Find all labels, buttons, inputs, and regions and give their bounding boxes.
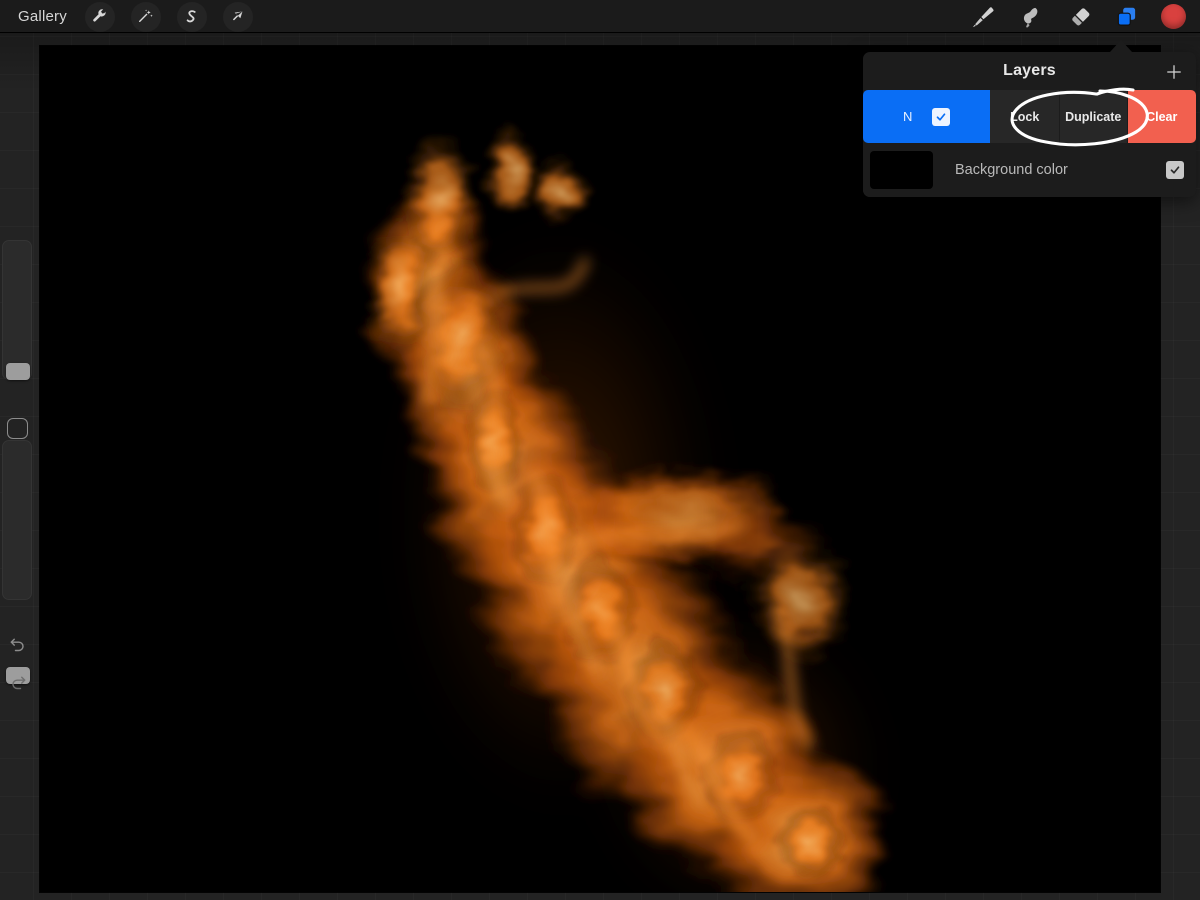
background-layer-row[interactable]: Background color bbox=[863, 143, 1196, 197]
layer-blend-mode-label: N bbox=[903, 109, 913, 124]
layers-icon[interactable] bbox=[1109, 2, 1145, 32]
layer-blend-panel[interactable]: N bbox=[863, 90, 991, 143]
color-swatch[interactable] bbox=[1161, 4, 1186, 29]
layer-action-lock-label: Lock bbox=[1010, 109, 1040, 124]
left-sidebar bbox=[2, 240, 32, 700]
procreate-app: Gallery Layers N Lock Duplicate Clear Ba… bbox=[0, 0, 1200, 900]
layer-visibility-checkbox[interactable] bbox=[932, 107, 951, 126]
opacity-slider[interactable] bbox=[2, 440, 32, 684]
background-color-swatch[interactable] bbox=[870, 151, 933, 189]
modify-square-button[interactable] bbox=[7, 418, 28, 439]
add-layer-button[interactable] bbox=[1163, 61, 1185, 83]
layers-panel-title: Layers bbox=[1003, 62, 1056, 79]
brush-size-slider[interactable] bbox=[2, 240, 32, 380]
gallery-button[interactable]: Gallery bbox=[0, 5, 77, 29]
layer-action-clear-label: Clear bbox=[1146, 109, 1178, 124]
smudge-icon[interactable] bbox=[1013, 2, 1049, 32]
layer-action-duplicate-label: Duplicate bbox=[1065, 109, 1122, 124]
adjustments-wand-icon[interactable] bbox=[130, 1, 161, 32]
brush-size-slider-thumb[interactable] bbox=[6, 363, 30, 380]
layer-action-lock[interactable]: Lock bbox=[990, 90, 1059, 143]
layer-action-duplicate[interactable]: Duplicate bbox=[1058, 90, 1128, 143]
layers-panel-caret bbox=[1110, 40, 1132, 52]
eraser-icon[interactable] bbox=[1061, 2, 1097, 32]
actions-wrench-icon[interactable] bbox=[84, 1, 115, 32]
toolbar-right-group bbox=[959, 0, 1194, 33]
brush-icon[interactable] bbox=[965, 2, 1001, 32]
selection-icon[interactable] bbox=[176, 1, 207, 32]
layer-action-clear[interactable]: Clear bbox=[1127, 90, 1196, 143]
background-color-label: Background color bbox=[955, 162, 1068, 178]
layers-panel: Layers N Lock Duplicate Clear Background… bbox=[863, 52, 1196, 197]
layers-panel-header: Layers bbox=[863, 52, 1196, 90]
redo-icon[interactable] bbox=[6, 669, 30, 693]
background-visibility-checkbox[interactable] bbox=[1166, 161, 1184, 179]
transform-arrow-icon[interactable] bbox=[222, 1, 253, 32]
undo-icon[interactable] bbox=[6, 631, 30, 655]
toolbar-left-group: Gallery bbox=[0, 0, 261, 33]
layer-row[interactable]: N Lock Duplicate Clear bbox=[863, 90, 1196, 143]
top-toolbar: Gallery bbox=[0, 0, 1200, 33]
